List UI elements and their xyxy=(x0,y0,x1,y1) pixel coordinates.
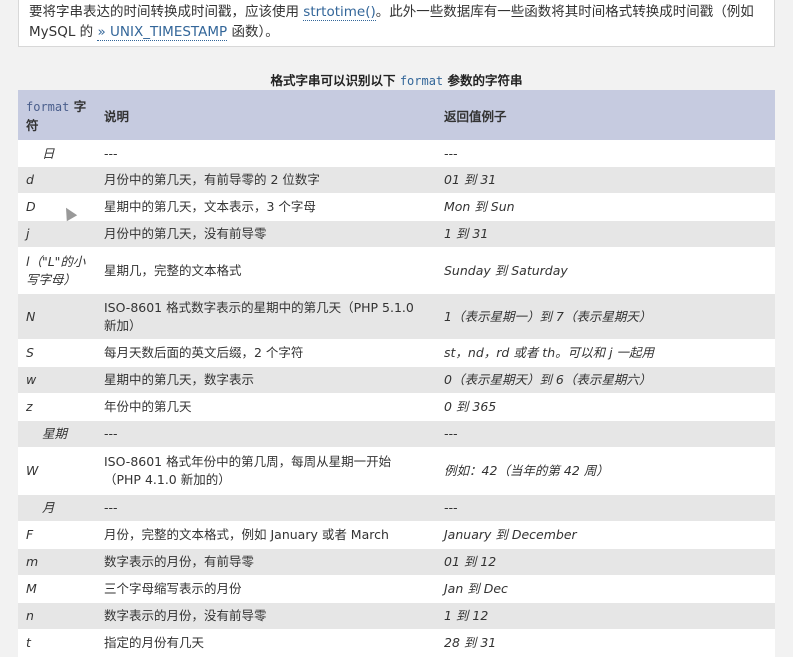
format-cell: n xyxy=(18,602,96,630)
table-row: t 指定的月份有几天 28 到 31 xyxy=(18,629,775,657)
example-cell: Sunday 到 Saturday xyxy=(436,247,775,294)
description-cell: 年份中的第几天 xyxy=(96,393,436,421)
description-cell: 星期中的第几天，数字表示 xyxy=(96,366,436,394)
format-cell: 星期 xyxy=(18,420,96,448)
header-format-char: format 字符 xyxy=(18,90,96,141)
table-row: F 月份，完整的文本格式，例如 January 或者 March January 到… xyxy=(18,521,775,549)
table-body: 日 --- --- d 月份中的第几天，有前导零的 2 位数字 01 到 31 D 星期中的第… xyxy=(18,140,775,657)
intro-text-2: 。此外一些数据库有一些函数将其时间格式转换成时间戳（例如 xyxy=(375,4,754,20)
table-row: n 数字表示的月份，没有前导零 1 到 12 xyxy=(18,602,775,630)
doc-page: 要将字串表达的时间转换成时间戳，应该使用 strtotime()。此外一些数据库… xyxy=(18,0,775,657)
table-row: 星期 --- --- xyxy=(18,420,775,448)
caption-post: 参数的字符串 xyxy=(443,73,523,88)
example-cell: 1 到 12 xyxy=(436,602,775,630)
table-row: j 月份中的第几天，没有前导零 1 到 31 xyxy=(18,220,775,248)
format-cell: d xyxy=(18,166,96,194)
description-cell: 月份中的第几天，有前导零的 2 位数字 xyxy=(96,166,436,194)
table-row: 日 --- --- xyxy=(18,140,775,167)
table-row: W ISO-8601 格式年份中的第几周，每周从星期一开始（PHP 4.1.0 新… xyxy=(18,447,775,495)
table-row: N ISO-8601 格式数字表示的星期中的第几天（PHP 5.1.0 新加） 1（… xyxy=(18,293,775,340)
example-cell: 01 到 12 xyxy=(436,548,775,576)
caption-pre: 格式字串可以识别以下 xyxy=(270,73,400,88)
caption-code: format xyxy=(399,74,444,88)
table-row: D 星期中的第几天，文本表示，3 个字母 Mon 到 Sun xyxy=(18,193,775,221)
description-cell: 星期中的第几天，文本表示，3 个字母 xyxy=(96,193,436,221)
table-header-row: format 字符 说明 返回值例子 xyxy=(18,90,775,141)
header-format-code: format xyxy=(26,100,70,114)
example-cell: Mon 到 Sun xyxy=(436,193,775,221)
example-cell: January 到 December xyxy=(436,521,775,549)
format-table: format 字符 说明 返回值例子 日 --- --- d 月份中的第几天，有前导零的… xyxy=(18,90,775,657)
description-cell: 星期几，完整的文本格式 xyxy=(96,247,436,294)
intro-text-4: 函数）。 xyxy=(227,24,279,40)
table-caption: 格式字串可以识别以下 format 参数的字符串 xyxy=(18,70,775,89)
format-cell: z xyxy=(18,393,96,421)
example-cell: 1（表示星期一）到 7（表示星期天） xyxy=(436,293,775,340)
format-cell: w xyxy=(18,366,96,394)
description-cell: --- xyxy=(96,420,436,448)
description-cell: 指定的月份有几天 xyxy=(96,629,436,657)
table-row: m 数字表示的月份，有前导零 01 到 12 xyxy=(18,548,775,576)
example-cell: st，nd，rd 或者 th。可以和 j 一起用 xyxy=(436,339,775,367)
table-row: M 三个字母缩写表示的月份 Jan 到 Dec xyxy=(18,575,775,603)
table-row: d 月份中的第几天，有前导零的 2 位数字 01 到 31 xyxy=(18,166,775,194)
unix-timestamp-link[interactable]: » UNIX_TIMESTAMP xyxy=(97,24,228,41)
table-row: S 每月天数后面的英文后缀，2 个字符 st，nd，rd 或者 th。可以和 j 一… xyxy=(18,339,775,367)
table-row: w 星期中的第几天，数字表示 0（表示星期天）到 6（表示星期六） xyxy=(18,366,775,394)
format-cell: t xyxy=(18,629,96,657)
intro-box: 要将字串表达的时间转换成时间戳，应该使用 strtotime()。此外一些数据库… xyxy=(18,0,775,47)
format-cell: j xyxy=(18,220,96,248)
description-cell: --- xyxy=(96,140,436,167)
intro-text-1: 要将字串表达的时间转换成时间戳，应该使用 xyxy=(29,4,304,20)
format-cell: l（"L"的小写字母） xyxy=(18,247,96,294)
description-cell: ISO-8601 格式年份中的第几周，每周从星期一开始（PHP 4.1.0 新加… xyxy=(96,447,436,495)
table-row: 月 --- --- xyxy=(18,494,775,522)
example-cell: 01 到 31 xyxy=(436,166,775,194)
example-cell: 0（表示星期天）到 6（表示星期六） xyxy=(436,366,775,394)
format-cell: F xyxy=(18,521,96,549)
example-cell: 例如：42（当年的第 42 周） xyxy=(436,447,775,495)
description-cell: 月份中的第几天，没有前导零 xyxy=(96,220,436,248)
description-cell: 数字表示的月份，没有前导零 xyxy=(96,602,436,630)
description-cell: --- xyxy=(96,494,436,522)
example-cell: Jan 到 Dec xyxy=(436,575,775,603)
header-example: 返回值例子 xyxy=(436,90,775,141)
example-cell: --- xyxy=(436,420,775,448)
description-cell: 月份，完整的文本格式，例如 January 或者 March xyxy=(96,521,436,549)
format-cell: D xyxy=(18,193,96,221)
intro-text-3: MySQL 的 xyxy=(29,24,98,40)
example-cell: 0 到 365 xyxy=(436,393,775,421)
description-cell: 三个字母缩写表示的月份 xyxy=(96,575,436,603)
description-cell: ISO-8601 格式数字表示的星期中的第几天（PHP 5.1.0 新加） xyxy=(96,293,436,340)
table-row: z 年份中的第几天 0 到 365 xyxy=(18,393,775,421)
example-cell: 28 到 31 xyxy=(436,629,775,657)
example-cell: 1 到 31 xyxy=(436,220,775,248)
strtotime-link[interactable]: strtotime() xyxy=(303,4,376,21)
format-cell: 月 xyxy=(18,494,96,522)
description-cell: 每月天数后面的英文后缀，2 个字符 xyxy=(96,339,436,367)
description-cell: 数字表示的月份，有前导零 xyxy=(96,548,436,576)
header-description: 说明 xyxy=(96,90,436,141)
format-cell: N xyxy=(18,293,96,340)
example-cell: --- xyxy=(436,140,775,167)
format-cell: W xyxy=(18,447,96,495)
intro-paragraph: 要将字串表达的时间转换成时间戳，应该使用 strtotime()。此外一些数据库… xyxy=(19,0,774,42)
format-cell: m xyxy=(18,548,96,576)
format-cell: M xyxy=(18,575,96,603)
table-row: l（"L"的小写字母） 星期几，完整的文本格式 Sunday 到 Saturday xyxy=(18,247,775,294)
example-cell: --- xyxy=(436,494,775,522)
format-cell: 日 xyxy=(18,140,96,167)
format-cell: S xyxy=(18,339,96,367)
